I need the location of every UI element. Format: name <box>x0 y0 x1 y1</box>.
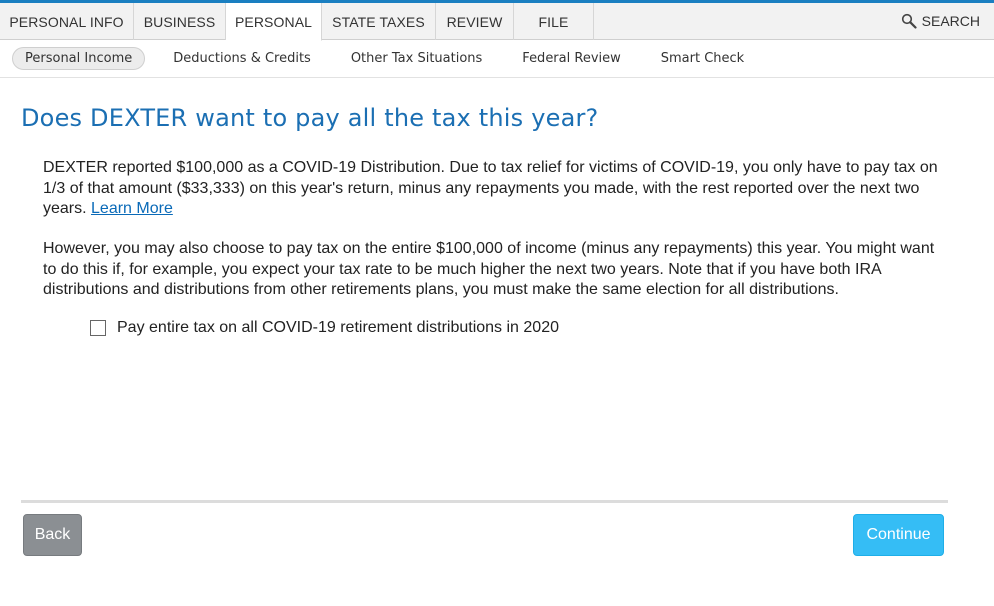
pay-entire-tax-option[interactable]: Pay entire tax on all COVID-19 retiremen… <box>90 319 559 337</box>
search-label: SEARCH <box>921 13 980 29</box>
top-tabs: PERSONAL INFO BUSINESS PERSONAL STATE TA… <box>0 3 994 41</box>
search-button[interactable]: SEARCH <box>901 13 980 29</box>
intro-paragraph: DEXTER reported $100,000 as a COVID-19 D… <box>43 158 948 220</box>
subnav-smart-check[interactable]: Smart Check <box>661 51 744 66</box>
footer-divider <box>21 500 948 503</box>
magnifier-icon <box>901 13 917 29</box>
learn-more-link[interactable]: Learn More <box>91 200 173 217</box>
tab-business[interactable]: BUSINESS <box>134 3 226 40</box>
intro-text: DEXTER reported $100,000 as a COVID-19 D… <box>43 159 938 217</box>
election-paragraph: However, you may also choose to pay tax … <box>43 240 935 298</box>
tab-personal-info[interactable]: PERSONAL INFO <box>0 3 134 40</box>
pay-entire-tax-checkbox[interactable] <box>90 320 106 336</box>
tab-file[interactable]: FILE <box>514 3 594 40</box>
page-title: Does DEXTER want to pay all the tax this… <box>21 104 599 132</box>
subnav-other-tax-situations[interactable]: Other Tax Situations <box>351 51 482 66</box>
sub-navigation: Personal Income Deductions & Credits Oth… <box>0 40 994 78</box>
subnav-federal-review[interactable]: Federal Review <box>522 51 620 66</box>
back-button[interactable]: Back <box>23 514 82 556</box>
continue-button[interactable]: Continue <box>853 514 944 556</box>
top-nav-bar: PERSONAL INFO BUSINESS PERSONAL STATE TA… <box>0 0 994 41</box>
tab-review[interactable]: REVIEW <box>436 3 514 40</box>
pay-entire-tax-label[interactable]: Pay entire tax on all COVID-19 retiremen… <box>117 319 559 337</box>
tab-state-taxes[interactable]: STATE TAXES <box>322 3 436 40</box>
subnav-deductions-credits[interactable]: Deductions & Credits <box>173 51 311 66</box>
tab-personal[interactable]: PERSONAL <box>226 3 322 41</box>
subnav-personal-income[interactable]: Personal Income <box>12 47 146 70</box>
